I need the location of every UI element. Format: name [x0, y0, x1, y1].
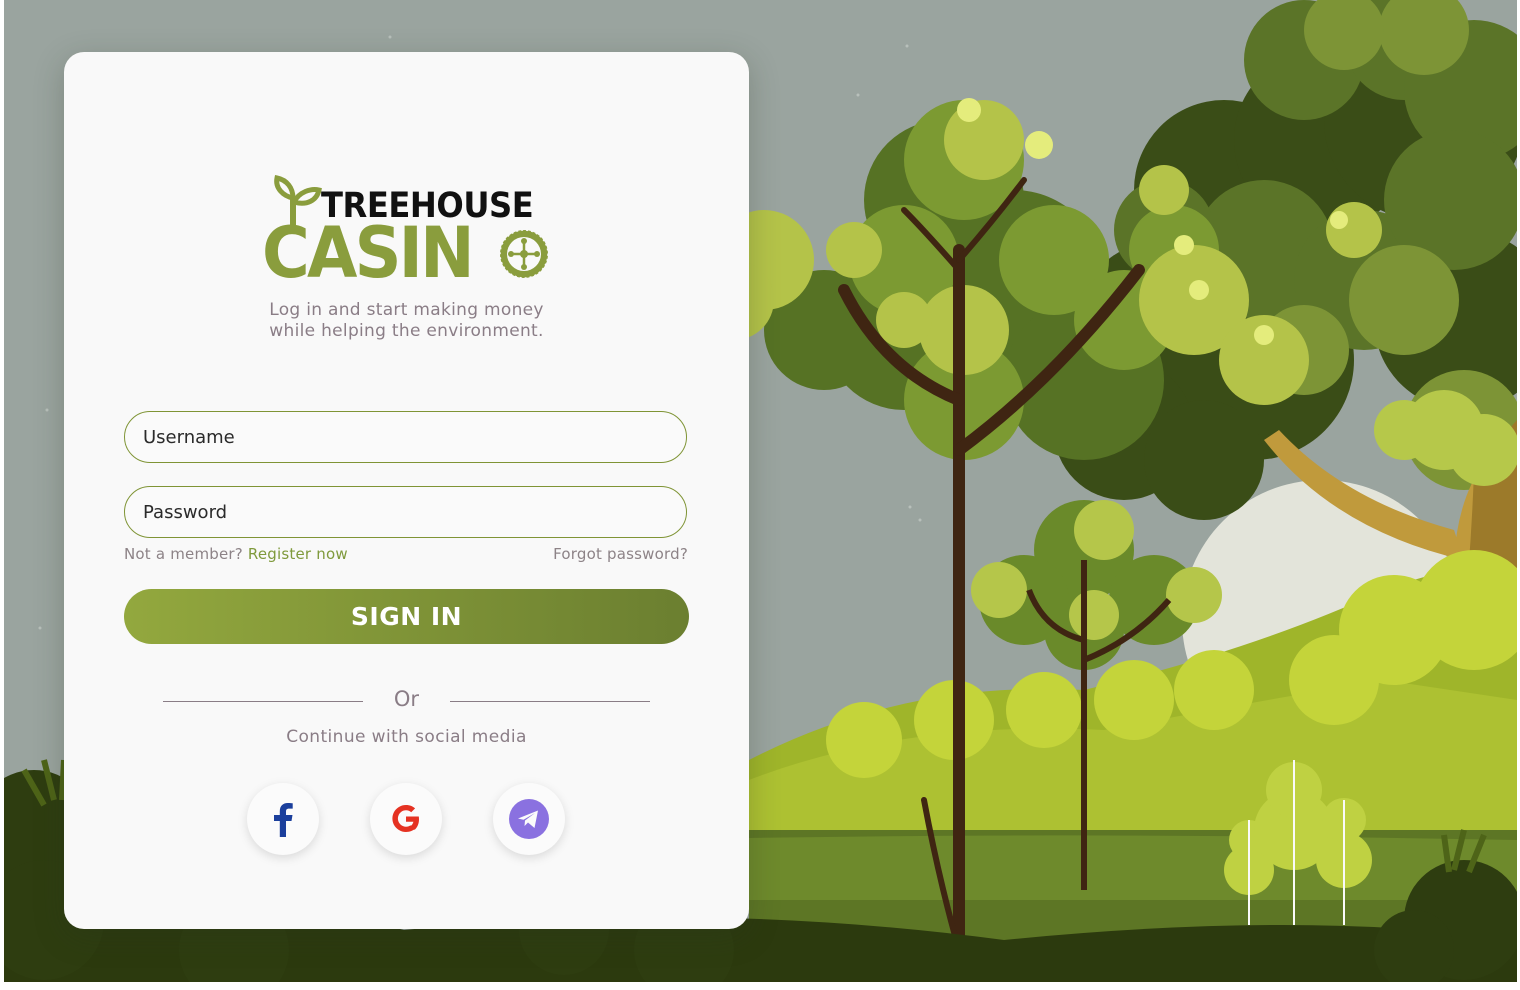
tagline-line-2: while helping the environment.: [269, 321, 544, 341]
password-input[interactable]: [141, 487, 665, 538]
forgot-password-link[interactable]: Forgot password?: [553, 545, 688, 563]
telegram-icon: [509, 799, 549, 839]
treehouse-casino-logo: TREEHOUSE CASIN: [262, 174, 552, 294]
facebook-icon: [274, 803, 293, 837]
google-login-button[interactable]: [370, 783, 442, 855]
username-input[interactable]: [141, 412, 665, 463]
password-field: [124, 486, 687, 538]
tagline: Log in and start making money while help…: [64, 300, 749, 342]
facebook-login-button[interactable]: [247, 783, 319, 855]
sign-in-button[interactable]: SIGN IN: [124, 589, 689, 644]
register-link[interactable]: Register now: [248, 545, 348, 563]
tagline-line-1: Log in and start making money: [269, 300, 544, 320]
register-prompt: Not a member? Register now: [124, 545, 348, 563]
not-member-text: Not a member?: [124, 545, 243, 563]
telegram-login-button[interactable]: [493, 783, 565, 855]
login-card: TREEHOUSE CASIN Log in and start making …: [64, 52, 749, 929]
or-label: Or: [393, 687, 420, 711]
username-field: [124, 411, 687, 463]
roulette-wheel-icon: [499, 229, 549, 279]
continue-social-text: Continue with social media: [286, 727, 527, 747]
divider-right: [450, 701, 650, 702]
google-icon: [392, 805, 419, 832]
logo-bottom-word: CASIN: [262, 212, 475, 294]
